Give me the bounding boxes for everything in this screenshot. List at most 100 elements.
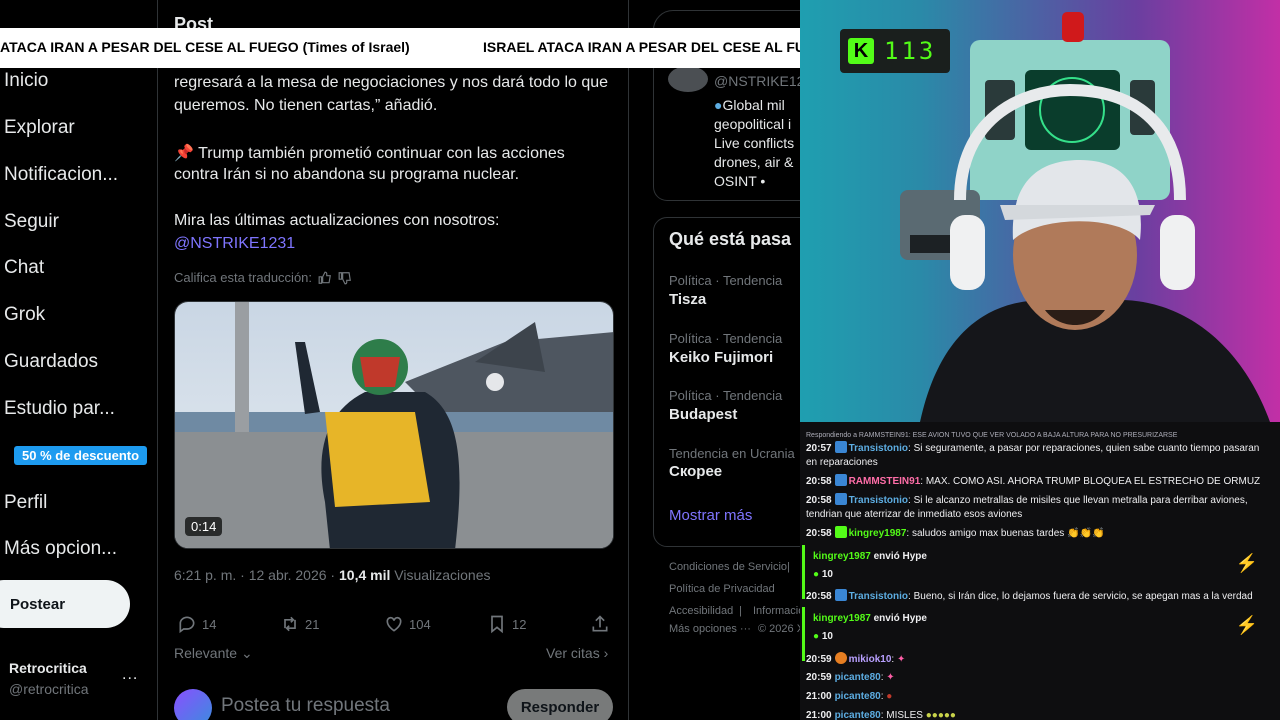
- tweet-text-line: 📌 Trump también prometió continuar con l…: [174, 145, 565, 162]
- chat-username[interactable]: mikiok10: [849, 654, 892, 665]
- chat-username[interactable]: RAMMSTEIN91: [849, 476, 921, 487]
- account-name[interactable]: Retrocritica: [9, 660, 87, 676]
- badge-icon: [834, 474, 847, 486]
- message-time: 20:58: [806, 528, 832, 539]
- footer-link[interactable]: Condiciones de Servicio: [669, 561, 787, 573]
- profile-avatar[interactable]: [668, 66, 708, 92]
- nav-bookmarks[interactable]: Guardados: [4, 351, 98, 373]
- video-thumbnail: [175, 302, 613, 548]
- trends-title: Qué está pasa: [669, 229, 792, 249]
- chat-message: 21:00 picante80: ●: [806, 691, 893, 702]
- bookmark-action[interactable]: 12: [487, 614, 526, 634]
- footer-link[interactable]: Informació: [753, 605, 800, 617]
- badge-icon: [834, 589, 847, 601]
- chat-message: 21:00 picante80: MISLES ●●●●●: [806, 710, 956, 720]
- chat-username[interactable]: Transistonio: [849, 495, 908, 506]
- bio-line: OSINT •: [714, 173, 766, 189]
- bio-line: geopolitical i: [714, 116, 792, 132]
- emote-icon: ✦: [896, 654, 906, 665]
- footer-link[interactable]: Más opciones ···: [669, 623, 751, 635]
- trend-category: Política · Tendencia: [669, 388, 783, 403]
- share-action[interactable]: [590, 614, 610, 634]
- sort-label: Relevante: [174, 645, 238, 661]
- video-player[interactable]: 0:14: [174, 301, 614, 549]
- reply-count: 14: [202, 616, 217, 632]
- profile-handle[interactable]: @NSTRIKE12: [714, 73, 800, 89]
- trend-item[interactable]: Keiko Fujimori: [669, 349, 773, 366]
- hype-username[interactable]: kingrey1987: [813, 551, 871, 562]
- translation-rating: Califica esta traducción:: [174, 270, 352, 285]
- chat-username[interactable]: picante80: [835, 691, 881, 702]
- account-handle[interactable]: @retrocritica: [9, 681, 89, 697]
- badge-icon: [834, 493, 847, 505]
- nav-grok[interactable]: Grok: [4, 304, 45, 326]
- show-more-link[interactable]: Mostrar más: [669, 507, 752, 524]
- hype-coin-icon: ●: [813, 631, 820, 642]
- hype-kind: Hype: [902, 613, 927, 624]
- hype-line: kingrey1987 envió Hype: [813, 551, 927, 562]
- message-text: MAX. COMO ASI. AHORA TRUMP BLOQUEA EL ES…: [925, 476, 1261, 487]
- discount-badge[interactable]: 50 % de descuento: [14, 446, 148, 465]
- repost-icon: [284, 616, 296, 632]
- nav-more-options[interactable]: Más opcion...: [4, 538, 117, 560]
- chat-username[interactable]: picante80: [835, 672, 881, 683]
- nav-studio[interactable]: Estudio par...: [4, 398, 115, 420]
- nav-notifications[interactable]: Notificacion...: [4, 164, 118, 186]
- badge-icon: [834, 441, 847, 453]
- hype-action: envió: [873, 551, 900, 562]
- chat-username[interactable]: picante80: [835, 710, 881, 720]
- reply-action[interactable]: 14: [177, 614, 216, 634]
- sort-replies-dropdown[interactable]: Relevante ⌄: [174, 645, 253, 662]
- message-text: MISLES: [886, 710, 923, 720]
- reply-input[interactable]: Postea tu respuesta: [221, 695, 390, 717]
- message-time: 20:59: [806, 672, 832, 683]
- footer-link[interactable]: Política de Privacidad: [669, 583, 775, 595]
- account-more-icon[interactable]: ...: [122, 666, 138, 684]
- footer-separator: |: [787, 561, 790, 573]
- badge-icon: [834, 652, 847, 664]
- post-button[interactable]: Postear: [0, 580, 130, 628]
- trend-item[interactable]: Скорее: [669, 463, 722, 480]
- nav-profile[interactable]: Perfil: [4, 492, 47, 514]
- repost-action[interactable]: 21: [280, 614, 319, 634]
- like-action[interactable]: 104: [384, 614, 431, 634]
- share-icon: [592, 615, 608, 632]
- heart-icon: [386, 616, 402, 632]
- post-timestamp[interactable]: 6:21 p. m. · 12 abr. 2026 ·: [174, 567, 335, 583]
- viewer-counter: K 113: [840, 29, 950, 73]
- reply-button[interactable]: Responder: [507, 689, 613, 720]
- chevron-right-icon: ›: [603, 645, 609, 661]
- footer-copyright: © 2026 X: [758, 623, 800, 635]
- post-detail-column: Post regresará a la mesa de negociacione…: [159, 0, 629, 720]
- chat-message: 20:59 picante80: ✦: [806, 672, 895, 683]
- tweet-text-line: regresará a la mesa de negociaciones y n…: [174, 74, 609, 91]
- thumbs-up-icon[interactable]: [318, 271, 332, 285]
- trend-category: Tendencia en Ucrania: [669, 446, 795, 461]
- like-count: 104: [409, 616, 431, 632]
- mention-link[interactable]: @NSTRIKE1231: [174, 235, 295, 253]
- chat-username[interactable]: kingrey1987: [849, 528, 907, 539]
- chat-username[interactable]: Transistonio: [849, 591, 908, 602]
- right-sidebar: @NSTRIKE12 ●Global mil geopolitical i Li…: [630, 0, 800, 720]
- video-duration: 0:14: [185, 517, 223, 536]
- rate-translation-label: Califica esta traducción:: [174, 270, 313, 285]
- ticker-item: ATACA IRAN A PESAR DEL CESE AL FUEGO (Ti…: [0, 39, 410, 55]
- nav-following[interactable]: Seguir: [4, 211, 59, 233]
- chat-message: 20:58 RAMMSTEIN91: MAX. COMO ASI. AHORA T…: [806, 474, 1261, 487]
- hype-username[interactable]: kingrey1987: [813, 613, 871, 624]
- thumbs-down-icon[interactable]: [338, 271, 352, 285]
- message-time: 21:00: [806, 710, 832, 720]
- footer-separator: |: [739, 605, 742, 617]
- nav-home[interactable]: Inicio: [4, 70, 48, 92]
- nav-explore[interactable]: Explorar: [4, 117, 75, 139]
- chevron-down-icon: ⌄: [240, 645, 253, 661]
- trend-item[interactable]: Tisza: [669, 291, 706, 308]
- nav-chat[interactable]: Chat: [4, 257, 44, 279]
- footer-link[interactable]: Accesibilidad: [669, 605, 733, 617]
- trend-item[interactable]: Budapest: [669, 406, 737, 423]
- trends-panel: [653, 217, 800, 547]
- see-quotes-link[interactable]: Ver citas ›: [546, 645, 608, 661]
- bio-text: Global mil: [722, 97, 785, 113]
- chat-username[interactable]: Transistonio: [849, 443, 908, 454]
- live-chat: Respondiendo a RAMMSTEIN91: ESE AVION TU…: [800, 422, 1280, 720]
